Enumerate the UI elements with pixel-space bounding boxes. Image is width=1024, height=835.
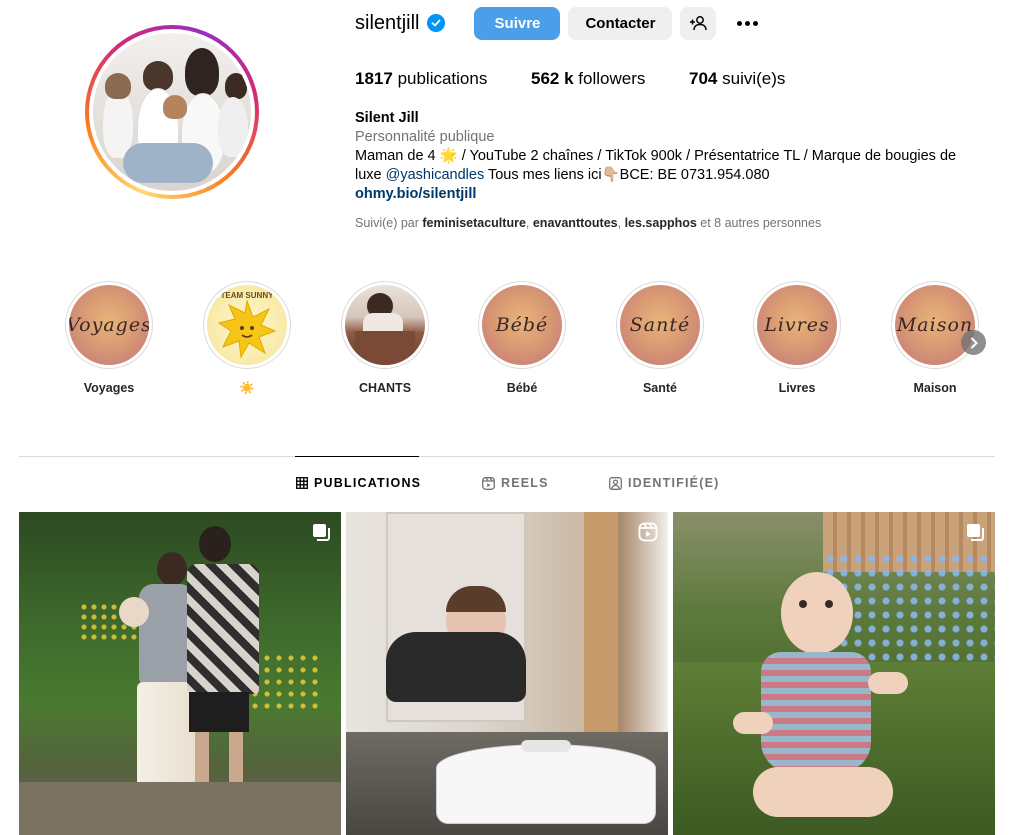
avatar-photo	[93, 33, 251, 191]
add-user-icon	[690, 16, 708, 31]
highlights-next-button[interactable]	[961, 330, 986, 355]
highlight-livres[interactable]: Livres Livres	[752, 281, 842, 395]
tab-tagged[interactable]: IDENTIFIÉ(E)	[609, 476, 719, 490]
highlight-sante[interactable]: Santé Santé	[615, 281, 705, 395]
suggest-users-button[interactable]	[680, 6, 717, 40]
bio-external-link[interactable]: ohmy.bio/silentjill	[355, 185, 995, 204]
post-3[interactable]	[673, 512, 995, 835]
carousel-icon	[965, 522, 985, 547]
bio-text-line1: Maman de 4 🌟 / YouTube 2 chaînes / TikTo…	[355, 148, 957, 164]
highlight-cover: TEAM SUNNY	[207, 285, 287, 365]
highlight-cover	[345, 285, 425, 365]
active-tab-indicator	[295, 456, 419, 457]
following-stat[interactable]: 704 suivi(e)s	[689, 69, 785, 89]
highlight-cover: Maison	[895, 285, 975, 365]
highlight-label: Voyages	[83, 381, 135, 395]
follow-button[interactable]: Suivre	[474, 6, 561, 40]
verified-badge-icon	[427, 14, 446, 32]
profile-avatar[interactable]	[85, 25, 259, 199]
highlight-label: CHANTS	[358, 381, 412, 395]
bio-text-line2: luxe @yashicandles Tous mes liens ici👇🏼B…	[355, 167, 770, 183]
tab-publications[interactable]: PUBLICATIONS	[296, 476, 421, 490]
tagged-icon	[609, 476, 622, 490]
highlight-label: ☀️	[239, 381, 255, 395]
chevron-right-icon	[970, 337, 978, 348]
highlight-voyages[interactable]: Voyages Voyages	[64, 281, 154, 395]
highlight-label: Livres	[778, 381, 816, 395]
highlight-bebe[interactable]: Bébé Bébé	[477, 281, 567, 395]
sun-icon	[217, 299, 277, 359]
profile-stats: 1817 publications 562 k followers 704 su…	[355, 69, 785, 89]
grid-icon	[296, 477, 308, 489]
reels-icon	[482, 476, 495, 490]
username: silentjill	[355, 11, 420, 34]
contact-button[interactable]: Contacter	[568, 6, 673, 40]
carousel-icon	[311, 522, 331, 547]
highlight-chants[interactable]: CHANTS	[340, 281, 430, 395]
display-name: Silent Jill	[355, 110, 419, 126]
posts-stat: 1817 publications	[355, 69, 488, 88]
highlight-cover: Livres	[757, 285, 837, 365]
account-category: Personnalité publique	[355, 129, 495, 145]
more-options-icon[interactable]	[732, 7, 762, 40]
mention-link[interactable]: @yashicandles	[386, 167, 485, 183]
followed-by[interactable]: Suivi(e) par feminisetaculture, enavantt…	[355, 216, 821, 230]
highlight-cover: Santé	[620, 285, 700, 365]
followers-stat[interactable]: 562 k followers	[531, 69, 689, 89]
reels-icon	[638, 522, 658, 547]
highlight-cover: Voyages	[69, 285, 149, 365]
profile-header-row: silentjill Suivre Contacter	[355, 6, 762, 40]
post-2[interactable]	[346, 512, 668, 835]
highlight-sun[interactable]: TEAM SUNNY ☀️	[202, 281, 292, 396]
highlight-label: Bébé	[506, 381, 538, 395]
highlight-label: Santé	[642, 381, 678, 395]
tabs-divider	[19, 456, 995, 457]
tab-reels[interactable]: REELS	[482, 476, 549, 490]
profile-bio: Silent Jill Personnalité publique Maman …	[355, 109, 995, 204]
highlight-cover: Bébé	[482, 285, 562, 365]
highlight-label: Maison	[913, 381, 957, 395]
post-1[interactable]	[19, 512, 341, 835]
